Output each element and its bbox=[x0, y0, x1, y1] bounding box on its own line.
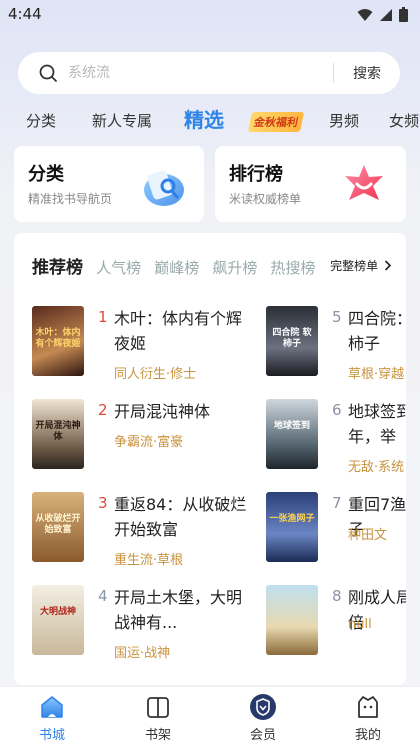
book-title[interactable]: 开局土木堡，大明战神有... bbox=[114, 585, 254, 635]
tab-female[interactable]: 女频 bbox=[389, 110, 419, 131]
nav-profile-label: 我的 bbox=[354, 728, 381, 743]
signal-icon bbox=[380, 8, 392, 21]
book-title[interactable]: 开局混沌神体 bbox=[114, 399, 254, 424]
book-cover[interactable]: 开局混沌神体 bbox=[32, 399, 84, 469]
trophy-3d-icon bbox=[345, 165, 383, 200]
book-cover-title: 木叶：体内有个辉夜姬 bbox=[35, 328, 81, 349]
ranking-panel: 推荐榜 人气榜 巅峰榜 飙升榜 热搜榜 完整榜单 木叶：体内有个辉夜姬 1 木叶：体… bbox=[14, 233, 406, 685]
rank-tab-hotsearch[interactable]: 热搜榜 bbox=[270, 257, 315, 278]
book-rank-number: 2 bbox=[98, 401, 108, 419]
battery-icon bbox=[399, 7, 408, 22]
ranking-book-item[interactable]: 木叶：体内有个辉夜姬 1 木叶：体内有个辉夜姬同人衍生·修士 bbox=[32, 306, 262, 386]
book-cover-title: 四合院 软柿子 bbox=[272, 328, 312, 349]
rank-tab-peak[interactable]: 巅峰榜 bbox=[154, 257, 199, 278]
book-tags: 种田文 bbox=[348, 528, 388, 543]
wifi-icon bbox=[357, 8, 373, 21]
book-cover[interactable]: 大明战神 bbox=[32, 585, 84, 655]
tab-newcomer[interactable]: 新人专属 bbox=[92, 110, 152, 131]
book-rank-number: 4 bbox=[98, 587, 108, 605]
tab-featured[interactable]: 精选 bbox=[184, 104, 224, 133]
book-title[interactable]: 地球签到年，举 bbox=[348, 399, 406, 449]
search-input[interactable] bbox=[68, 65, 333, 81]
book-tags: 同人衍生·修士 bbox=[114, 367, 197, 382]
ranking-book-item[interactable]: 四合院 软柿子 5 四合院：软柿子草根·穿越 bbox=[266, 306, 406, 386]
ranking-card[interactable]: 排行榜 米读权威榜单 bbox=[215, 146, 406, 222]
ranking-card-subtitle: 米读权威榜单 bbox=[229, 192, 302, 206]
book-tags: 草根·穿越 bbox=[348, 367, 405, 382]
ranking-book-item[interactable]: 一张渔网子7重回7渔网子种田文 bbox=[266, 492, 406, 572]
book-cover[interactable]: 四合院 软柿子 bbox=[266, 306, 318, 376]
tab-promo[interactable]: 金秋福利 bbox=[247, 112, 305, 132]
nav-vip-label: 会员 bbox=[249, 728, 276, 743]
book-rank-number: 3 bbox=[98, 494, 108, 512]
search-icon bbox=[39, 64, 57, 82]
book-rank-number: 8 bbox=[332, 587, 342, 605]
book-tags: 国运·战神 bbox=[114, 646, 171, 661]
ranking-book-item[interactable]: 大明战神 4 开局土木堡，大明战神有... 国运·战神 bbox=[32, 585, 262, 665]
full-ranking-link[interactable]: 完整榜单 bbox=[330, 257, 392, 274]
book-title[interactable]: 四合院：软柿子 bbox=[348, 306, 406, 356]
book-cover[interactable]: 从收破烂开始致富 bbox=[32, 492, 84, 562]
book-tags: 重生流·草根 bbox=[114, 553, 184, 568]
book-cover-title: 从收破烂开始致富 bbox=[35, 514, 81, 535]
home-icon bbox=[41, 696, 63, 718]
category-card-subtitle: 精准找书导航页 bbox=[28, 192, 113, 206]
ranking-card-title: 排行榜 bbox=[229, 164, 283, 185]
book-cover[interactable]: 地球签到 bbox=[266, 399, 318, 469]
nav-bookshelf-label: 书架 bbox=[144, 728, 171, 743]
book-rank-number: 6 bbox=[332, 401, 342, 419]
book-rank-number: 1 bbox=[98, 308, 108, 326]
book-cover-title: 开局混沌神体 bbox=[35, 421, 81, 442]
category-3d-icon bbox=[144, 170, 184, 206]
nav-bookshelf[interactable]: 书架 bbox=[128, 693, 188, 743]
book-title[interactable]: 重返84：从收破烂开始致富 bbox=[114, 492, 254, 542]
status-bar: 4:44 bbox=[0, 0, 420, 30]
nav-vip[interactable]: 会员 bbox=[233, 693, 293, 743]
nav-bookstore-label: 书城 bbox=[38, 728, 65, 743]
tab-male[interactable]: 男频 bbox=[329, 110, 359, 131]
book-cover-title: 一张渔网子 bbox=[269, 514, 315, 524]
status-time: 4:44 bbox=[8, 5, 42, 23]
ranking-book-item[interactable]: 开局混沌神体 2 开局混沌神体争霸流·富豪 bbox=[32, 399, 262, 479]
book-rank-number: 5 bbox=[332, 308, 342, 326]
nav-bookstore[interactable]: 书城 bbox=[22, 693, 82, 743]
rank-tab-recommend[interactable]: 推荐榜 bbox=[32, 253, 83, 278]
chevron-right-icon bbox=[384, 260, 392, 271]
ranking-book-item[interactable]: 8刚成人局亿倍null bbox=[266, 585, 406, 665]
ranking-book-item[interactable]: 地球签到 6 地球签到年，举无敌·系统 bbox=[266, 399, 406, 479]
profile-icon bbox=[358, 696, 378, 718]
book-cover[interactable] bbox=[266, 585, 318, 655]
book-tags: 争霸流·富豪 bbox=[114, 435, 184, 450]
book-tags: null bbox=[348, 617, 372, 632]
search-bar[interactable]: 搜索 bbox=[18, 52, 400, 94]
book-tags: 无敌·系统 bbox=[348, 460, 405, 475]
bottom-nav: 书城 书架 会员 我的 bbox=[0, 686, 420, 746]
vip-shield-icon bbox=[250, 694, 276, 720]
rank-tab-popular[interactable]: 人气榜 bbox=[96, 257, 141, 278]
ranking-tabs: 推荐榜 人气榜 巅峰榜 飙升榜 热搜榜 bbox=[32, 253, 328, 281]
rank-tab-rising[interactable]: 飙升榜 bbox=[212, 257, 257, 278]
book-rank-number: 7 bbox=[332, 494, 342, 512]
tab-category[interactable]: 分类 bbox=[26, 110, 56, 131]
ranking-book-item[interactable]: 从收破烂开始致富 3 重返84：从收破烂开始致富重生流·草根 bbox=[32, 492, 262, 572]
category-card[interactable]: 分类 精准找书导航页 bbox=[14, 146, 204, 222]
book-cover-title: 地球签到 bbox=[273, 421, 310, 431]
status-icons bbox=[357, 7, 408, 22]
category-card-title: 分类 bbox=[28, 164, 64, 185]
category-tabs: 分类 新人专属 精选 金秋福利 男频 女频 bbox=[0, 104, 420, 138]
book-title[interactable]: 木叶：体内有个辉夜姬 bbox=[114, 306, 254, 356]
nav-profile[interactable]: 我的 bbox=[338, 693, 398, 743]
bookshelf-icon bbox=[147, 697, 169, 718]
book-cover-title: 大明战神 bbox=[39, 607, 76, 617]
search-button[interactable]: 搜索 bbox=[334, 63, 400, 83]
full-ranking-label: 完整榜单 bbox=[330, 259, 379, 273]
book-cover[interactable]: 一张渔网子 bbox=[266, 492, 318, 562]
book-cover[interactable]: 木叶：体内有个辉夜姬 bbox=[32, 306, 84, 376]
